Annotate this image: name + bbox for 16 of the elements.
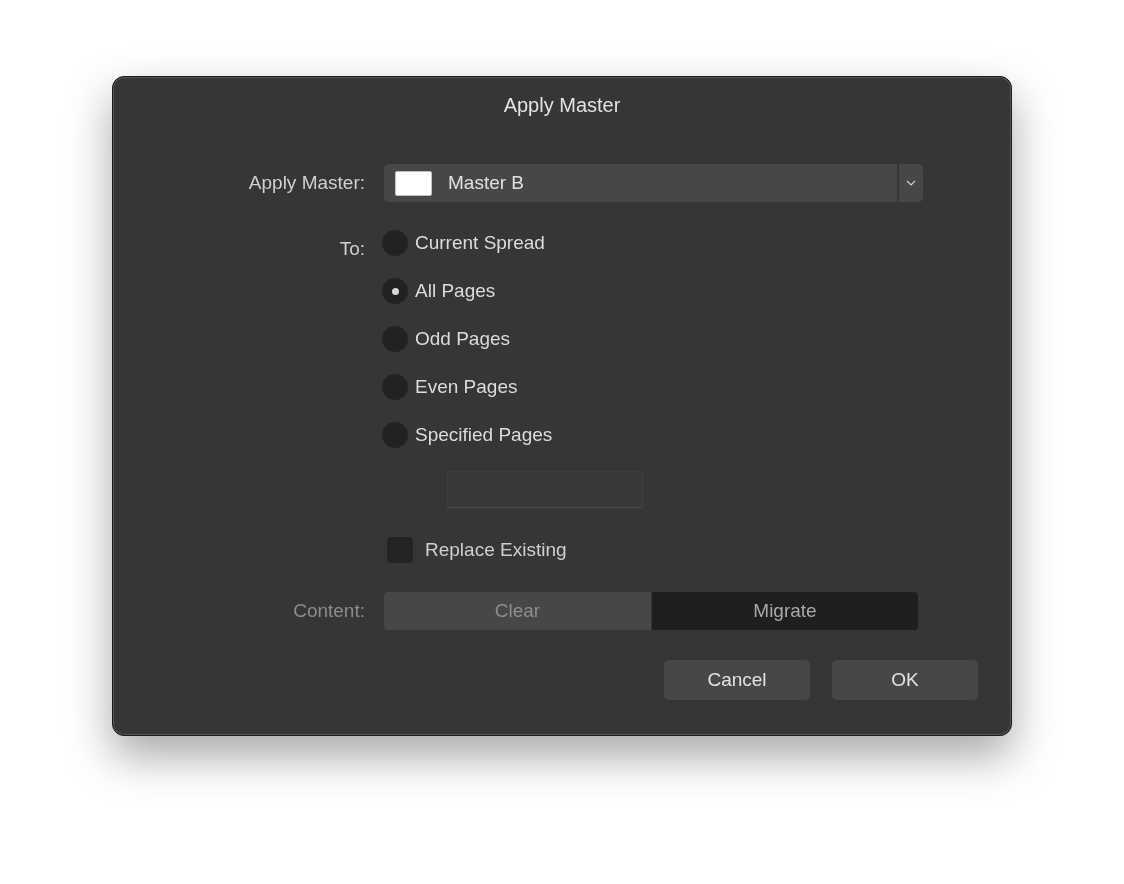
- radio-label: Even Pages: [415, 376, 518, 398]
- chevron-down-icon: [906, 180, 916, 186]
- master-dropdown[interactable]: Master B: [384, 164, 923, 202]
- ok-button[interactable]: OK: [832, 660, 978, 700]
- radio-label: Current Spread: [415, 232, 545, 254]
- radio-label: Specified Pages: [415, 424, 553, 446]
- page-thumbnail-icon: [395, 170, 432, 196]
- field-label: Apply Master:: [247, 172, 365, 194]
- radio-button[interactable]: [382, 278, 408, 304]
- field-label: To:: [338, 237, 365, 261]
- radio-label: Odd Pages: [415, 328, 511, 350]
- checkbox-label: Replace Existing: [425, 539, 567, 561]
- dialog-title: Apply Master: [503, 93, 621, 117]
- radio-label: All Pages: [415, 280, 496, 302]
- cancel-button[interactable]: Cancel: [664, 660, 810, 700]
- field-label: Content:: [292, 600, 365, 622]
